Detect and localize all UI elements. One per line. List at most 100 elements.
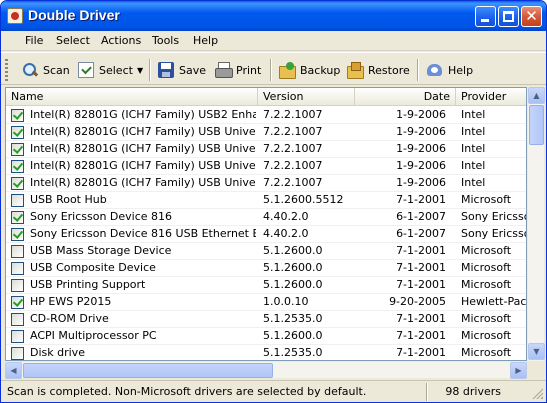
driver-list[interactable]: Name Version Date Provider Intel(R) 8280… <box>5 87 527 361</box>
double-driver-icon[interactable] <box>7 8 23 24</box>
minimize-button[interactable] <box>475 6 496 27</box>
close-button[interactable]: ✕ <box>521 6 542 27</box>
driver-name: Intel(R) 82801G (ICH7 Family) USB2 Enhan… <box>30 108 256 121</box>
driver-row[interactable]: Disk drive 5.1.2535.0 7-1-2001 Microsoft <box>6 345 526 360</box>
help-book-icon <box>427 62 443 78</box>
driver-row[interactable]: Intel(R) 82801G (ICH7 Family) USB Univer… <box>6 141 526 158</box>
floppy-disk-icon <box>158 62 174 78</box>
driver-version: 5.1.2600.0 <box>263 329 323 342</box>
driver-provider: Microsoft <box>461 193 512 206</box>
driver-provider: Microsoft <box>461 346 512 359</box>
driver-row[interactable]: USB Mass Storage Device 5.1.2600.0 7-1-200… <box>6 243 526 260</box>
driver-date: 7-1-2001 <box>396 346 446 359</box>
driver-row[interactable]: HP EWS P2015 1.0.0.10 9-20-2005 Hewlett-Pac… <box>6 294 527 311</box>
column-header-name[interactable]: Name <box>6 88 258 106</box>
driver-row[interactable]: USB Composite Device 5.1.2600.0 7-1-2001 Mi… <box>6 260 526 277</box>
driver-row[interactable]: CD-ROM Drive 5.1.2535.0 7-1-2001 Microsoft <box>6 311 526 328</box>
driver-date: 7-1-2001 <box>396 244 446 257</box>
driver-name: USB Printing Support <box>30 278 146 291</box>
horizontal-scroll-thumb[interactable] <box>23 363 273 378</box>
driver-checkbox[interactable] <box>11 228 24 241</box>
vertical-scrollbar[interactable]: ▲ ▼ <box>527 87 545 361</box>
resize-grip[interactable] <box>531 387 543 399</box>
driver-row[interactable]: Intel(R) 82801G (ICH7 Family) USB Univer… <box>6 158 526 175</box>
checklist-icon <box>78 62 94 78</box>
driver-date: 1-9-2006 <box>396 176 446 189</box>
scan-button[interactable]: Scan <box>22 58 70 82</box>
driver-checkbox[interactable] <box>11 194 24 207</box>
menu-select[interactable]: Select <box>56 34 90 47</box>
driver-provider: Intel <box>461 108 486 121</box>
driver-checkbox[interactable] <box>11 279 24 292</box>
driver-row[interactable]: Intel(R) 82801G (ICH7 Family) USB Univer… <box>6 175 526 192</box>
column-header-provider[interactable]: Provider <box>456 88 526 106</box>
scroll-right-button[interactable]: ▶ <box>510 362 527 379</box>
driver-checkbox[interactable] <box>11 211 24 224</box>
driver-checkbox[interactable] <box>11 296 24 309</box>
toolbar-separator <box>270 59 272 81</box>
driver-version: 7.2.2.1007 <box>263 142 323 155</box>
scroll-left-button[interactable]: ◀ <box>5 362 22 379</box>
driver-version: 7.2.2.1007 <box>263 108 323 121</box>
driver-checkbox[interactable] <box>11 109 24 122</box>
driver-row[interactable]: ACPI Multiprocessor PC 5.1.2600.0 7-1-2001… <box>6 328 526 345</box>
backup-button[interactable]: Backup <box>279 58 340 82</box>
driver-row[interactable]: Sony Ericsson Device 816 USB Ethernet Em… <box>6 226 526 243</box>
driver-checkbox[interactable] <box>11 143 24 156</box>
driver-version: 5.1.2600.0 <box>263 244 323 257</box>
scroll-down-button[interactable]: ▼ <box>528 343 545 360</box>
select-button[interactable]: Select ▼ <box>78 58 143 82</box>
driver-checkbox[interactable] <box>11 313 24 326</box>
toolbar-separator <box>417 59 419 81</box>
menu-tools[interactable]: Tools <box>152 34 179 47</box>
driver-checkbox[interactable] <box>11 262 24 275</box>
driver-row[interactable]: Intel(R) 82801G (ICH7 Family) USB2 Enhan… <box>6 107 526 124</box>
list-header: Name Version Date Provider <box>6 88 526 106</box>
driver-row[interactable]: USB Printing Support 5.1.2600.0 7-1-2001 Mi… <box>6 277 526 294</box>
driver-rows: Intel(R) 82801G (ICH7 Family) USB2 Enhan… <box>6 107 527 360</box>
driver-checkbox[interactable] <box>11 177 24 190</box>
help-button[interactable]: Help <box>427 58 473 82</box>
driver-date: 6-1-2007 <box>396 227 446 240</box>
driver-checkbox[interactable] <box>11 347 24 360</box>
driver-version: 7.2.2.1007 <box>263 125 323 138</box>
driver-row[interactable]: USB Root Hub 5.1.2600.5512 7-1-2001 Microso… <box>6 192 526 209</box>
driver-provider: Hewlett-Packard <box>461 295 527 308</box>
menu-file[interactable]: File <box>25 34 43 47</box>
driver-checkbox[interactable] <box>11 160 24 173</box>
driver-row[interactable]: Intel(R) 82801G (ICH7 Family) USB Univer… <box>6 124 526 141</box>
column-header-date[interactable]: Date <box>355 88 456 106</box>
driver-date: 7-1-2001 <box>396 261 446 274</box>
driver-row[interactable]: Sony Ericsson Device 816 4.40.2.0 6-1-2007… <box>6 209 526 226</box>
driver-date: 6-1-2007 <box>396 210 446 223</box>
driver-name: USB Composite Device <box>30 261 156 274</box>
driver-version: 5.1.2535.0 <box>263 346 323 359</box>
driver-name: Sony Ericsson Device 816 USB Ethernet Em… <box>30 227 256 240</box>
horizontal-scrollbar[interactable]: ◀ ▶ <box>5 361 527 379</box>
driver-version: 5.1.2600.0 <box>263 278 323 291</box>
maximize-icon <box>503 11 514 22</box>
driver-provider: Intel <box>461 142 486 155</box>
driver-version: 5.1.2535.0 <box>263 312 323 325</box>
menu-actions[interactable]: Actions <box>101 34 141 47</box>
restore-button[interactable]: Restore <box>347 58 410 82</box>
driver-checkbox[interactable] <box>11 245 24 258</box>
status-separator <box>426 383 428 401</box>
print-button[interactable]: Print <box>215 58 261 82</box>
title-bar[interactable]: Double Driver ✕ <box>1 1 546 31</box>
window-title: Double Driver <box>28 7 120 23</box>
chevron-down-icon[interactable]: ▼ <box>137 66 143 75</box>
vertical-scroll-thumb[interactable] <box>529 105 544 145</box>
driver-checkbox[interactable] <box>11 330 24 343</box>
driver-version: 4.40.2.0 <box>263 227 309 240</box>
driver-checkbox[interactable] <box>11 126 24 139</box>
toolbar-grip[interactable] <box>5 59 8 81</box>
driver-provider: Microsoft <box>461 261 512 274</box>
maximize-button[interactable] <box>498 6 519 27</box>
save-button[interactable]: Save <box>158 58 206 82</box>
scroll-up-button[interactable]: ▲ <box>528 87 545 104</box>
menu-help[interactable]: Help <box>193 34 218 47</box>
driver-provider: Intel <box>461 159 486 172</box>
column-header-version[interactable]: Version <box>258 88 355 106</box>
magnifier-icon <box>22 62 38 78</box>
